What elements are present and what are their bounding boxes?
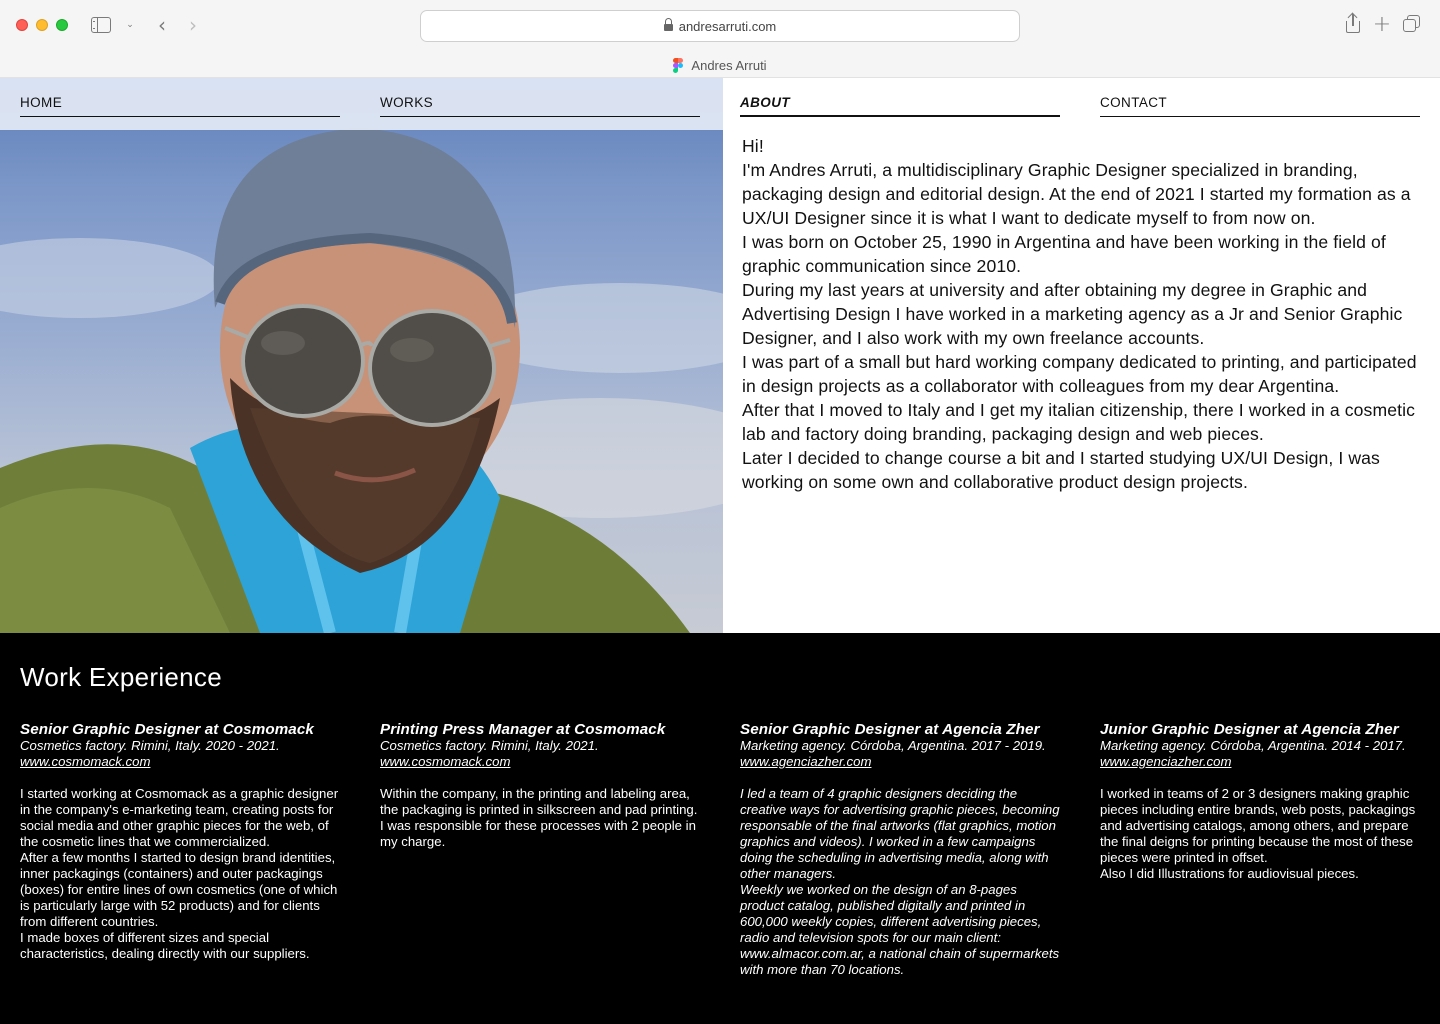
tab-overview-icon[interactable] bbox=[1403, 15, 1421, 33]
share-icon[interactable] bbox=[1344, 13, 1362, 35]
section-title: Work Experience bbox=[20, 662, 222, 692]
minimize-window-button[interactable] bbox=[36, 19, 48, 31]
tab-strip[interactable]: Andres Arruti bbox=[0, 52, 1440, 78]
job-link[interactable]: www.cosmomack.com bbox=[20, 754, 150, 769]
close-window-button[interactable] bbox=[16, 19, 28, 31]
about-paragraph: During my last years at university and a… bbox=[742, 280, 1403, 348]
browser-toolbar: ⌄ ‹ › andresarruti.com + Andres Arruti bbox=[0, 0, 1440, 78]
job-link[interactable]: www.cosmomack.com bbox=[380, 754, 510, 769]
job-title: Senior Graphic Designer at Agencia Zher bbox=[740, 721, 1040, 738]
address-bar[interactable]: andresarruti.com bbox=[420, 10, 1020, 42]
about-paragraph: After that I moved to Italy and I get my… bbox=[742, 400, 1415, 444]
job-title: Senior Graphic Designer at Cosmomack bbox=[20, 721, 314, 738]
window-controls bbox=[16, 19, 68, 31]
job-link[interactable]: www.agenciazher.com bbox=[740, 754, 871, 769]
job-description: I led a team of 4 graphic designers deci… bbox=[740, 786, 1060, 977]
nav-works[interactable]: WORKS bbox=[380, 93, 700, 117]
sidebar-toggle-icon[interactable] bbox=[91, 17, 111, 33]
zoom-window-button[interactable] bbox=[56, 19, 68, 31]
job-card: Junior Graphic Designer at Agencia Zher … bbox=[1100, 722, 1420, 882]
forward-arrow-icon[interactable]: › bbox=[183, 13, 203, 37]
about-paragraph: Hi! bbox=[742, 136, 764, 156]
back-arrow-icon[interactable]: ‹ bbox=[152, 13, 172, 37]
job-meta: Cosmetics factory. Rimini, Italy. 2020 -… bbox=[20, 738, 280, 769]
job-card: Printing Press Manager at Cosmomack Cosm… bbox=[380, 722, 700, 850]
job-link[interactable]: www.agenciazher.com bbox=[1100, 754, 1231, 769]
job-description: I started working at Cosmomack as a grap… bbox=[20, 786, 339, 961]
about-paragraph: Later I decided to change course a bit a… bbox=[742, 448, 1380, 492]
page: HOME WORKS ABOUT CONTACT Hi! I'm Andres … bbox=[0, 78, 1440, 1024]
work-experience-section: Work Experience Senior Graphic Designer … bbox=[0, 633, 1440, 1024]
chevron-down-icon[interactable]: ⌄ bbox=[122, 17, 138, 33]
about-paragraph: I was born on October 25, 1990 in Argent… bbox=[742, 232, 1386, 276]
nav-home[interactable]: HOME bbox=[20, 93, 340, 117]
lock-icon bbox=[663, 17, 673, 33]
job-description: I worked in teams of 2 or 3 designers ma… bbox=[1100, 786, 1416, 881]
profile-photo bbox=[0, 78, 723, 633]
job-description: Within the company, in the printing and … bbox=[380, 786, 698, 849]
tab-title: Andres Arruti bbox=[691, 57, 767, 73]
job-meta: Marketing agency. Córdoba, Argentina. 20… bbox=[1100, 738, 1406, 769]
job-title: Junior Graphic Designer at Agencia Zher bbox=[1100, 721, 1399, 738]
job-card: Senior Graphic Designer at Agencia Zher … bbox=[740, 722, 1060, 978]
address-url: andresarruti.com bbox=[678, 18, 777, 34]
job-meta: Cosmetics factory. Rimini, Italy. 2021. … bbox=[380, 738, 599, 769]
about-paragraph: I'm Andres Arruti, a multidisciplinary G… bbox=[742, 160, 1411, 228]
job-meta: Marketing agency. Córdoba, Argentina. 20… bbox=[740, 738, 1046, 769]
job-title: Printing Press Manager at Cosmomack bbox=[380, 721, 666, 738]
nav-about[interactable]: ABOUT bbox=[740, 93, 1060, 117]
figma-icon bbox=[673, 57, 684, 73]
about-paragraph: I was part of a small but hard working c… bbox=[742, 352, 1417, 396]
nav-contact[interactable]: CONTACT bbox=[1100, 93, 1420, 117]
job-card: Senior Graphic Designer at Cosmomack Cos… bbox=[20, 722, 340, 962]
new-tab-icon[interactable]: + bbox=[1372, 12, 1392, 37]
about-text: Hi! I'm Andres Arruti, a multidisciplina… bbox=[742, 134, 1422, 494]
